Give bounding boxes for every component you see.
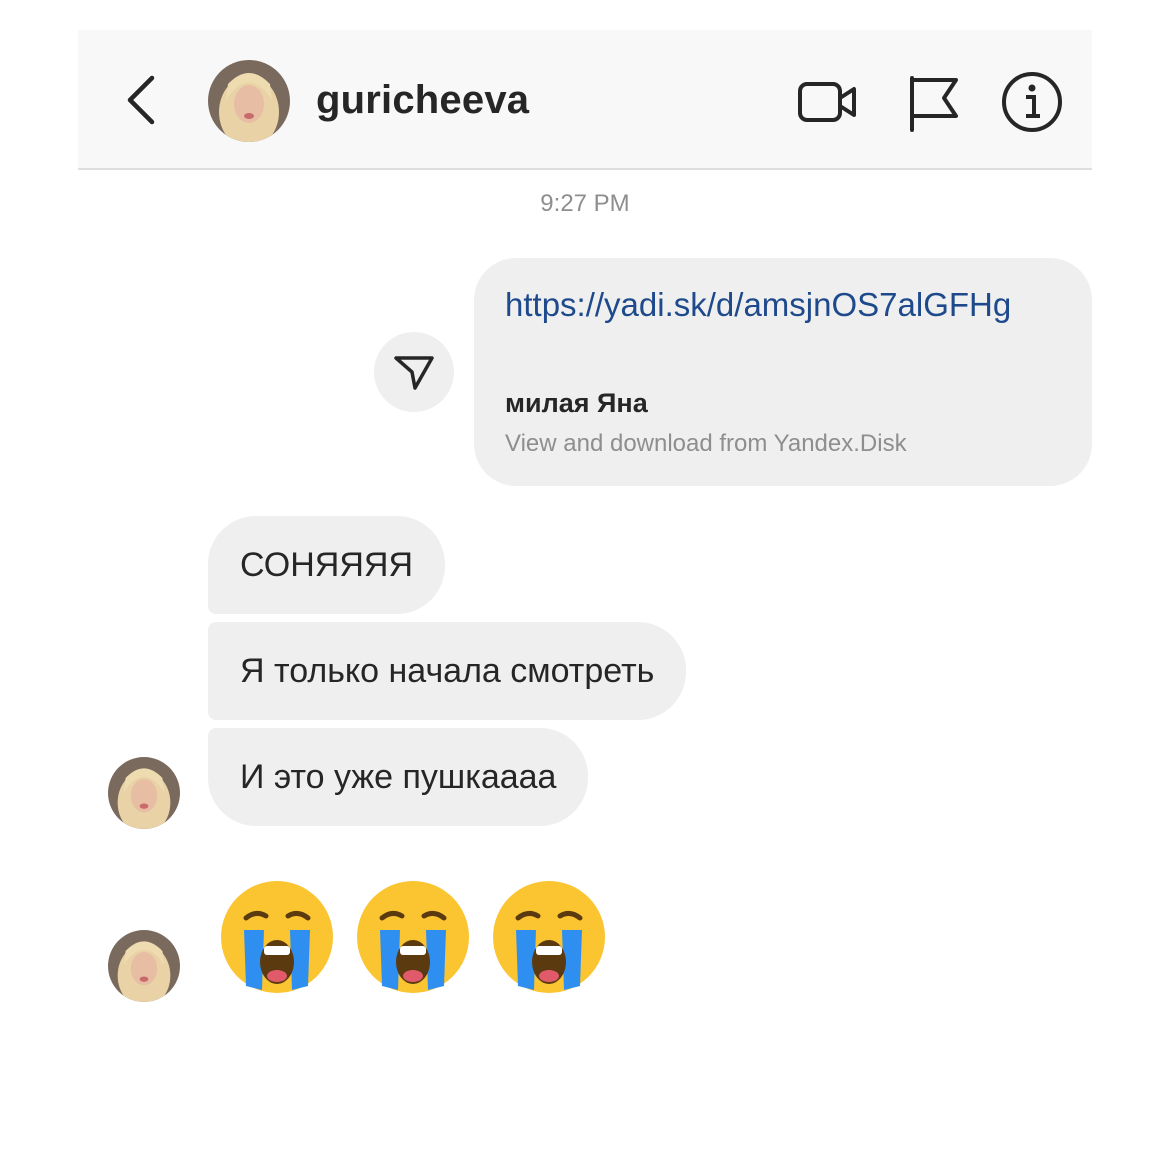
video-call-button[interactable] <box>796 72 860 134</box>
link-url[interactable]: https://yadi.sk/d/amsjnOS7alGFHg <box>505 286 1011 324</box>
sender-avatar[interactable] <box>108 930 180 1002</box>
info-button[interactable] <box>1000 70 1064 132</box>
loudly-crying-face-emoji[interactable] <box>354 878 472 996</box>
chat-username[interactable]: guricheeva <box>316 78 529 123</box>
info-icon <box>1002 72 1062 132</box>
message-timestamp: 9:27 PM <box>540 190 630 217</box>
link-message-bubble[interactable]: https://yadi.sk/d/amsjnOS7alGFHg милая Я… <box>474 258 1092 486</box>
chat-header: guricheeva <box>78 30 1092 170</box>
back-button[interactable] <box>118 70 168 130</box>
share-button[interactable] <box>374 332 454 412</box>
link-subtitle: View and download from Yandex.Disk <box>505 430 907 457</box>
chevron-left-icon <box>127 75 155 125</box>
report-button[interactable] <box>904 72 968 134</box>
direct-message-screen: guricheeva 9:27 PM https://yadi.sk/d/ams… <box>0 0 1170 1170</box>
link-title: милая Яна <box>505 388 648 418</box>
loudly-crying-face-emoji[interactable] <box>218 878 336 996</box>
paper-plane-icon <box>394 356 434 390</box>
flag-icon <box>910 76 958 132</box>
sender-avatar[interactable] <box>108 757 180 829</box>
message-bubble[interactable]: Я только начала смотреть <box>208 622 687 720</box>
message-bubble[interactable]: СОНЯЯЯЯ <box>208 516 446 614</box>
loudly-crying-face-emoji[interactable] <box>490 878 608 996</box>
video-camera-icon <box>798 82 856 122</box>
message-bubble[interactable]: И это уже пушкаааа <box>208 728 589 826</box>
avatar[interactable] <box>208 60 290 142</box>
